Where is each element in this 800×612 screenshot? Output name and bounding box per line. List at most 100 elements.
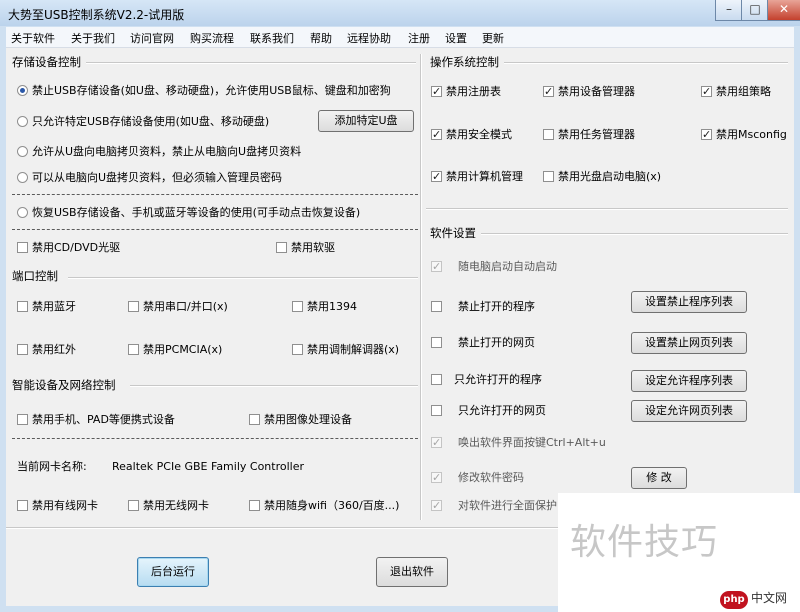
checkbox-autostart[interactable]: ✓ bbox=[431, 261, 442, 272]
divider bbox=[426, 208, 788, 210]
menu-bar: 关于软件 关于我们 访问官网 购买流程 联系我们 帮助 远程协助 注册 设置 更… bbox=[6, 27, 794, 48]
checkbox-block-webpages[interactable] bbox=[431, 337, 442, 348]
checkbox-disable-infrared[interactable] bbox=[17, 344, 28, 355]
menu-official-site[interactable]: 访问官网 bbox=[130, 30, 174, 46]
watermark: 软件技巧 php 中文网 bbox=[558, 493, 800, 612]
checkbox-label: 随电脑启动自动启动 bbox=[458, 260, 557, 273]
radio-restore-devices[interactable] bbox=[17, 207, 28, 218]
checkbox-label: 禁用PCMCIA(x) bbox=[143, 343, 223, 356]
radio-label: 恢复USB存储设备、手机或蓝牙等设备的使用(可手动点击恢复设备) bbox=[32, 206, 361, 219]
software-group-title: 软件设置 bbox=[430, 226, 476, 240]
divider bbox=[481, 233, 788, 235]
checkbox-label: 禁用计算机管理 bbox=[446, 170, 523, 183]
checkbox-disable-pcmcia[interactable] bbox=[128, 344, 139, 355]
checkbox-disable-1394[interactable] bbox=[292, 301, 303, 312]
set-allowed-webpages-button[interactable]: 设定允许网页列表 bbox=[631, 400, 747, 422]
checkbox-label: 禁用红外 bbox=[32, 343, 76, 356]
checkbox-label: 唤出软件界面按键Ctrl+Alt+u bbox=[458, 436, 606, 449]
checkbox-disable-bluetooth[interactable] bbox=[17, 301, 28, 312]
os-group-title: 操作系统控制 bbox=[430, 55, 499, 69]
checkbox-change-password[interactable]: ✓ bbox=[431, 472, 442, 483]
menu-register[interactable]: 注册 bbox=[408, 30, 430, 46]
checkbox-disable-serial-parallel[interactable] bbox=[128, 301, 139, 312]
checkbox-label: 禁用1394 bbox=[307, 300, 357, 313]
radio-allow-specific-usb[interactable] bbox=[17, 116, 28, 127]
exit-button[interactable]: 退出软件 bbox=[376, 557, 448, 587]
divider bbox=[68, 277, 418, 279]
menu-about-software[interactable]: 关于软件 bbox=[11, 30, 55, 46]
checkbox-disable-safe-mode[interactable]: ✓ bbox=[431, 129, 442, 140]
logo-text: 中文网 bbox=[751, 591, 788, 605]
checkbox-disable-mobile-devices[interactable] bbox=[17, 414, 28, 425]
checkbox-allow-programs-only[interactable] bbox=[431, 374, 442, 385]
checkbox-label: 禁用安全模式 bbox=[446, 128, 512, 141]
checkbox-full-protection[interactable]: ✓ bbox=[431, 500, 442, 511]
checkbox-label: 禁用光盘启动电脑(x) bbox=[558, 170, 662, 183]
checkbox-block-programs[interactable] bbox=[431, 301, 442, 312]
checkbox-hotkey[interactable]: ✓ bbox=[431, 437, 442, 448]
checkbox-label: 禁用任务管理器 bbox=[558, 128, 635, 141]
menu-about-us[interactable]: 关于我们 bbox=[71, 30, 115, 46]
checkbox-disable-registry[interactable]: ✓ bbox=[431, 86, 442, 97]
checkbox-label: 禁用随身wifi（360/百度...) bbox=[264, 499, 400, 512]
checkbox-label: 禁用串口/并口(x) bbox=[143, 300, 228, 313]
checkbox-label: 只允许打开的网页 bbox=[458, 404, 546, 417]
title-bar: 大势至USB控制系统V2.2-试用版 – □ ✕ bbox=[0, 0, 800, 26]
checkbox-disable-wired-nic[interactable] bbox=[17, 500, 28, 511]
checkbox-label: 只允许打开的程序 bbox=[454, 373, 542, 386]
menu-settings[interactable]: 设置 bbox=[445, 30, 467, 46]
checkbox-disable-imaging-devices[interactable] bbox=[249, 414, 260, 425]
checkbox-label: 禁用手机、PAD等便携式设备 bbox=[32, 413, 175, 426]
checkbox-disable-msconfig[interactable]: ✓ bbox=[701, 129, 712, 140]
menu-update[interactable]: 更新 bbox=[482, 30, 504, 46]
run-background-button[interactable]: 后台运行 bbox=[137, 557, 209, 587]
radio-pc-to-usb-password[interactable] bbox=[17, 172, 28, 183]
radio-label: 禁止USB存储设备(如U盘、移动硬盘)，允许使用USB鼠标、键盘和加密狗 bbox=[32, 84, 391, 97]
checkbox-label: 对软件进行全面保护 bbox=[458, 499, 557, 512]
nic-value: Realtek PCIe GBE Family Controller bbox=[112, 460, 305, 473]
menu-purchase[interactable]: 购买流程 bbox=[190, 30, 234, 46]
maximize-button[interactable]: □ bbox=[741, 0, 769, 21]
checkbox-label: 禁用设备管理器 bbox=[558, 85, 635, 98]
checkbox-disable-computer-management[interactable]: ✓ bbox=[431, 171, 442, 182]
menu-remote-assist[interactable]: 远程协助 bbox=[347, 30, 391, 46]
checkbox-label: 禁用无线网卡 bbox=[143, 499, 209, 512]
ports-group-title: 端口控制 bbox=[12, 269, 58, 283]
checkbox-disable-cd-boot[interactable] bbox=[543, 171, 554, 182]
divider bbox=[86, 62, 416, 64]
checkbox-disable-modem[interactable] bbox=[292, 344, 303, 355]
checkbox-disable-wireless-nic[interactable] bbox=[128, 500, 139, 511]
storage-group-title: 存储设备控制 bbox=[12, 55, 81, 69]
divider bbox=[504, 62, 788, 64]
checkbox-disable-cd[interactable] bbox=[17, 242, 28, 253]
set-allowed-programs-button[interactable]: 设定允许程序列表 bbox=[631, 370, 747, 392]
menu-contact[interactable]: 联系我们 bbox=[250, 30, 294, 46]
nic-label: 当前网卡名称: bbox=[17, 460, 87, 473]
close-button[interactable]: ✕ bbox=[767, 0, 800, 21]
dashed-divider bbox=[12, 194, 418, 195]
checkbox-label: 禁用有线网卡 bbox=[32, 499, 98, 512]
set-blocked-programs-button[interactable]: 设置禁止程序列表 bbox=[631, 291, 747, 313]
dashed-divider bbox=[12, 438, 418, 439]
minimize-button[interactable]: – bbox=[715, 0, 743, 21]
checkbox-disable-task-manager[interactable] bbox=[543, 129, 554, 140]
radio-label: 允许从U盘向电脑拷贝资料，禁止从电脑向U盘拷贝资料 bbox=[32, 145, 302, 158]
radio-block-usb-storage[interactable] bbox=[17, 85, 28, 96]
checkbox-label: 禁用CD/DVD光驱 bbox=[32, 241, 121, 254]
checkbox-disable-device-manager[interactable]: ✓ bbox=[543, 86, 554, 97]
checkbox-disable-floppy[interactable] bbox=[276, 242, 287, 253]
radio-usb-to-pc-only[interactable] bbox=[17, 146, 28, 157]
checkbox-label: 禁用Msconfig bbox=[716, 128, 787, 141]
change-password-button[interactable]: 修 改 bbox=[631, 467, 687, 489]
checkbox-label: 禁用软驱 bbox=[291, 241, 335, 254]
checkbox-allow-webpages-only[interactable] bbox=[431, 405, 442, 416]
php-logo-icon: php bbox=[720, 591, 748, 609]
add-specific-usb-button[interactable]: 添加特定U盘 bbox=[318, 110, 414, 132]
checkbox-label: 禁用调制解调器(x) bbox=[307, 343, 400, 356]
checkbox-label: 禁用蓝牙 bbox=[32, 300, 76, 313]
menu-help[interactable]: 帮助 bbox=[310, 30, 332, 46]
checkbox-disable-portable-wifi[interactable] bbox=[249, 500, 260, 511]
checkbox-disable-group-policy[interactable]: ✓ bbox=[701, 86, 712, 97]
set-blocked-webpages-button[interactable]: 设置禁止网页列表 bbox=[631, 332, 747, 354]
checkbox-label: 修改软件密码 bbox=[458, 471, 524, 484]
